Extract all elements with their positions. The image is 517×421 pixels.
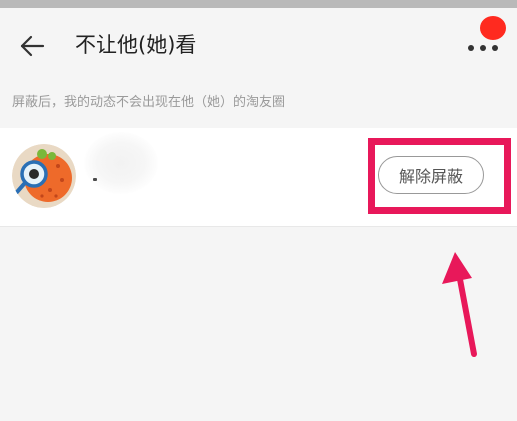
page-title: 不让他(她)看 [75,33,197,57]
status-bar-strip [0,0,517,8]
cartoon-avatar-icon [12,144,76,208]
annotation-highlight-box [368,138,511,214]
app-header: 不让他(她)看 [0,8,517,80]
notification-badge [480,16,506,40]
back-button[interactable] [12,28,52,64]
username-fragment [93,178,97,181]
block-notice-text: 屏蔽后，我的动态不会出现在他（她）的淘友圈 [12,95,286,110]
more-options-button[interactable] [458,14,510,60]
more-dots-icon [468,44,498,52]
user-avatar[interactable] [12,144,76,208]
blurred-username [84,132,158,194]
pointer-arrow-icon [442,252,477,357]
arrow-left-icon [20,35,45,57]
row-divider [0,226,517,227]
